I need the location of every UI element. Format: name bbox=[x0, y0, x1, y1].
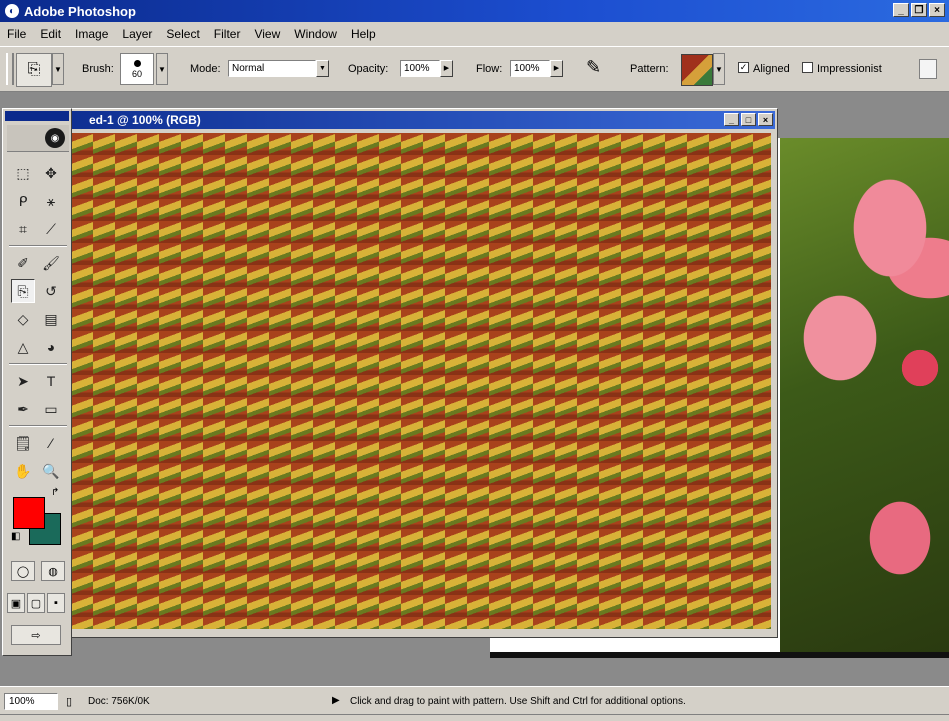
menu-image[interactable]: Image bbox=[68, 27, 115, 41]
lasso-tool-icon[interactable]: ᑭ bbox=[11, 189, 35, 213]
eyedropper-tool-icon[interactable]: ⁄ bbox=[39, 431, 63, 455]
path-selection-tool-icon[interactable]: ➤ bbox=[11, 369, 35, 393]
adobe-eye-icon: ◉ bbox=[45, 128, 65, 148]
crop-tool-icon[interactable]: ⌗ bbox=[11, 217, 35, 241]
pattern-dropdown[interactable]: ▼ bbox=[713, 53, 725, 85]
mode-select[interactable]: Normal bbox=[228, 60, 316, 77]
opacity-label: Opacity: bbox=[348, 63, 389, 75]
pen-tool-icon[interactable]: ✒ bbox=[11, 397, 35, 421]
menu-bar: File Edit Image Layer Select Filter View… bbox=[0, 22, 949, 47]
menu-edit[interactable]: Edit bbox=[33, 27, 68, 41]
pattern-stamp-tool-icon[interactable]: ⎘ bbox=[11, 279, 35, 303]
type-tool-icon[interactable]: T bbox=[39, 369, 63, 393]
brush-tip-icon bbox=[133, 59, 141, 67]
mode-label: Mode: bbox=[190, 63, 221, 75]
pattern-picker[interactable] bbox=[681, 54, 713, 86]
document-window[interactable]: ed-1 @ 100% (RGB) _ □ × bbox=[8, 108, 778, 638]
tool-options-bar: ⎘ ▼ Brush: 60 ▼ Mode: Normal ▼ Opacity: … bbox=[0, 46, 949, 92]
document-window-controls: _ □ × bbox=[724, 113, 773, 126]
flow-label: Flow: bbox=[476, 63, 503, 75]
close-button[interactable]: × bbox=[929, 3, 945, 17]
quick-mask-mode-button[interactable]: ◍ bbox=[41, 561, 65, 581]
photoshop-icon: ◐ bbox=[5, 4, 19, 18]
zoom-tool-icon[interactable]: 🔍 bbox=[39, 459, 63, 483]
toolbox-divider bbox=[9, 245, 67, 247]
orchid-photo bbox=[780, 138, 949, 652]
gradient-tool-icon[interactable]: ▤ bbox=[39, 307, 63, 331]
impressionist-label: Impressionist bbox=[817, 63, 882, 75]
menu-filter[interactable]: Filter bbox=[207, 27, 248, 41]
document-border bbox=[490, 652, 949, 658]
toolbox-logo[interactable]: ◉ bbox=[7, 125, 69, 152]
doc-close-button[interactable]: × bbox=[758, 113, 773, 126]
doc-minimize-button[interactable]: _ bbox=[724, 113, 739, 126]
document-size-info: Doc: 756K/0K bbox=[88, 696, 150, 707]
default-colors-icon[interactable]: ◧ bbox=[11, 531, 20, 542]
standard-screen-mode-button[interactable]: ▣ bbox=[7, 593, 25, 613]
toolbox-title-bar[interactable] bbox=[5, 111, 69, 121]
menu-layer[interactable]: Layer bbox=[115, 27, 159, 41]
pattern-label: Pattern: bbox=[630, 63, 669, 75]
pattern-stamp-icon: ⎘ bbox=[27, 61, 41, 78]
brush-dropdown[interactable]: ▼ bbox=[156, 53, 168, 85]
palette-well-icon[interactable] bbox=[919, 59, 937, 79]
status-menu-arrow-icon[interactable]: ▶ bbox=[332, 695, 340, 706]
tool-hint-text: Click and drag to paint with pattern. Us… bbox=[350, 696, 686, 707]
menu-help[interactable]: Help bbox=[344, 27, 383, 41]
magic-wand-tool-icon[interactable]: ⚹ bbox=[39, 189, 63, 213]
brush-size: 60 bbox=[131, 68, 142, 79]
app-title-bar: ◐ Adobe Photoshop _ ❐ × bbox=[0, 0, 949, 22]
options-grip[interactable] bbox=[6, 53, 14, 85]
foreground-color-swatch[interactable] bbox=[13, 497, 45, 529]
blur-tool-icon[interactable]: △ bbox=[11, 335, 35, 359]
restore-button[interactable]: ❐ bbox=[911, 3, 927, 17]
impressionist-checkbox[interactable] bbox=[802, 62, 813, 73]
aligned-label: Aligned bbox=[753, 63, 790, 75]
brush-label: Brush: bbox=[82, 63, 114, 75]
brush-tool-icon[interactable]: 🖌 bbox=[39, 251, 63, 275]
menu-select[interactable]: Select bbox=[159, 27, 206, 41]
history-brush-tool-icon[interactable]: ↺ bbox=[39, 279, 63, 303]
window-controls: _ ❐ × bbox=[893, 3, 945, 17]
airbrush-icon[interactable]: ✎ bbox=[586, 57, 601, 78]
toolbox: ◉ ⬚ ✥ ᑭ ⚹ ⌗ ⟋ ✐ 🖌 ⎘ ↺ ◇ ▤ △ ◕ ➤ T ✒ ▭ 🗒 … bbox=[2, 108, 72, 656]
tool-preset-picker[interactable]: ⎘ bbox=[16, 53, 52, 87]
opacity-input[interactable]: 100% bbox=[400, 60, 440, 77]
full-screen-mode-button[interactable]: ▪ bbox=[47, 593, 65, 613]
standard-mode-button[interactable]: ◯ bbox=[11, 561, 35, 581]
flow-slider-arrow[interactable]: ▶ bbox=[550, 60, 563, 77]
document-title-bar[interactable]: ed-1 @ 100% (RGB) _ □ × bbox=[11, 111, 775, 129]
minimize-button[interactable]: _ bbox=[893, 3, 909, 17]
menu-file[interactable]: File bbox=[0, 27, 33, 41]
document-info-icon[interactable]: ▯ bbox=[66, 695, 72, 708]
slice-tool-icon[interactable]: ⟋ bbox=[39, 217, 63, 241]
document-title: ed-1 @ 100% (RGB) bbox=[89, 113, 201, 127]
pattern-canvas[interactable] bbox=[71, 133, 771, 629]
zoom-input[interactable]: 100% bbox=[4, 693, 58, 710]
aligned-checkbox[interactable]: ✓ bbox=[738, 62, 749, 73]
menu-view[interactable]: View bbox=[247, 27, 287, 41]
full-screen-menu-mode-button[interactable]: ▢ bbox=[27, 593, 45, 613]
marquee-tool-icon[interactable]: ⬚ bbox=[11, 161, 35, 185]
healing-brush-tool-icon[interactable]: ✐ bbox=[11, 251, 35, 275]
tool-preset-dropdown[interactable]: ▼ bbox=[52, 53, 64, 85]
app-title: Adobe Photoshop bbox=[24, 3, 136, 19]
swap-colors-icon[interactable]: ↱ bbox=[51, 487, 59, 498]
hand-tool-icon[interactable]: ✋ bbox=[11, 459, 35, 483]
rectangle-tool-icon[interactable]: ▭ bbox=[39, 397, 63, 421]
jump-to-imageready-button[interactable]: ⇨ bbox=[11, 625, 61, 645]
move-tool-icon[interactable]: ✥ bbox=[39, 161, 63, 185]
toolbox-divider bbox=[9, 363, 67, 365]
dodge-tool-icon[interactable]: ◕ bbox=[39, 335, 63, 359]
flow-input[interactable]: 100% bbox=[510, 60, 550, 77]
menu-window[interactable]: Window bbox=[287, 27, 344, 41]
eraser-tool-icon[interactable]: ◇ bbox=[11, 307, 35, 331]
doc-maximize-button[interactable]: □ bbox=[741, 113, 756, 126]
opacity-slider-arrow[interactable]: ▶ bbox=[440, 60, 453, 77]
toolbox-divider bbox=[9, 425, 67, 427]
brush-picker[interactable]: 60 bbox=[120, 53, 154, 85]
notes-tool-icon[interactable]: 🗒 bbox=[11, 431, 35, 455]
mode-dropdown-arrow[interactable]: ▼ bbox=[316, 60, 329, 77]
